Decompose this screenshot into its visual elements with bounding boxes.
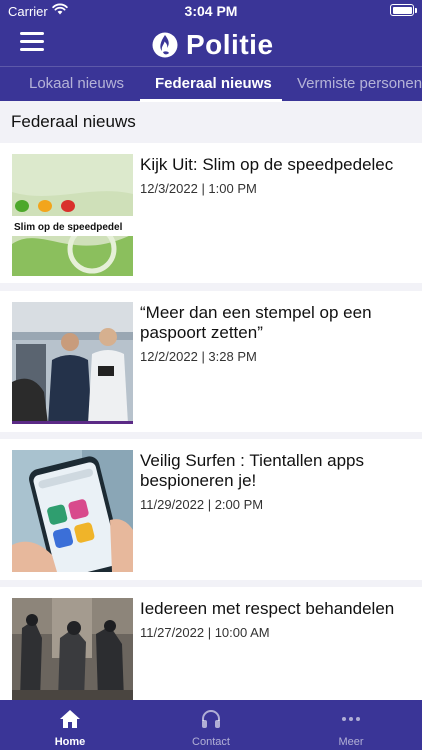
- smartphone-apps-photo: [12, 450, 133, 572]
- status-bar: Carrier 3:04 PM: [0, 0, 422, 22]
- tab-lokaal-nieuws[interactable]: Lokaal nieuws: [29, 67, 124, 102]
- hamburger-menu-icon[interactable]: [20, 32, 44, 52]
- article-thumbnail: [12, 302, 133, 424]
- battery-icon: [390, 4, 414, 16]
- active-tab-indicator: [140, 99, 282, 102]
- home-icon: [60, 710, 80, 728]
- clock: 3:04 PM: [184, 3, 238, 19]
- article-date: 12/3/2022 | 1:00 PM: [140, 181, 257, 196]
- police-unit-photo: [12, 598, 133, 700]
- brand-name: Politie: [186, 29, 274, 60]
- tab-vermiste-personen[interactable]: Vermiste personen: [297, 67, 422, 102]
- tab-meer[interactable]: Meer: [301, 700, 401, 750]
- passport-control-photo: [12, 302, 133, 424]
- news-card[interactable]: “Meer dan een stempel op een paspoort ze…: [0, 291, 422, 432]
- tab-meer-label: Meer: [338, 736, 364, 748]
- speedpedelec-thumbnail-art: Slim op de speedpedel: [12, 154, 133, 276]
- tab-contact[interactable]: Contact: [161, 700, 261, 750]
- article-title: Kijk Uit: Slim op de speedpedelec: [140, 155, 394, 174]
- article-date: 12/2/2022 | 3:28 PM: [140, 349, 257, 364]
- tab-home[interactable]: Home: [20, 700, 120, 750]
- article-thumbnail: [12, 450, 133, 572]
- tab-home-label: Home: [54, 736, 86, 748]
- news-card[interactable]: Iedereen met respect behandelen 11/27/20…: [0, 587, 422, 700]
- thumbnail-caption: Slim op de speedpedel: [14, 222, 123, 233]
- article-title: “Meer dan een stempel op een paspoort ze…: [140, 303, 372, 342]
- news-tabs: Lokaal nieuws Federaal nieuws Vermiste p…: [0, 66, 422, 102]
- headphones-icon: [202, 710, 220, 728]
- news-card[interactable]: Veilig Surfen : Tientallen apps bespione…: [0, 439, 422, 580]
- battery-tip: [415, 8, 417, 13]
- app-header: Carrier 3:04 PM Politie Lokaal nieuws Fe…: [0, 0, 422, 102]
- article-thumbnail: Slim op de speedpedel: [12, 154, 133, 276]
- bottom-tab-bar: Home Contact Meer: [0, 700, 422, 750]
- article-title: Veilig Surfen : Tientallen apps bespione…: [140, 451, 364, 490]
- article-date: 11/29/2022 | 2:00 PM: [140, 497, 264, 512]
- section-title: Federaal nieuws: [11, 112, 136, 131]
- tab-federaal-nieuws[interactable]: Federaal nieuws: [155, 67, 272, 102]
- news-card[interactable]: Slim op de speedpedel Kijk Uit: Slim op …: [0, 143, 422, 283]
- brand-logo: Politie: [152, 28, 274, 62]
- article-title: Iedereen met respect behandelen: [140, 599, 395, 618]
- tab-contact-label: Contact: [192, 736, 230, 748]
- article-date: 11/27/2022 | 10:00 AM: [140, 625, 270, 640]
- more-dots-icon: [342, 717, 360, 721]
- flame-logo-icon: [152, 32, 178, 58]
- article-thumbnail: [12, 598, 133, 700]
